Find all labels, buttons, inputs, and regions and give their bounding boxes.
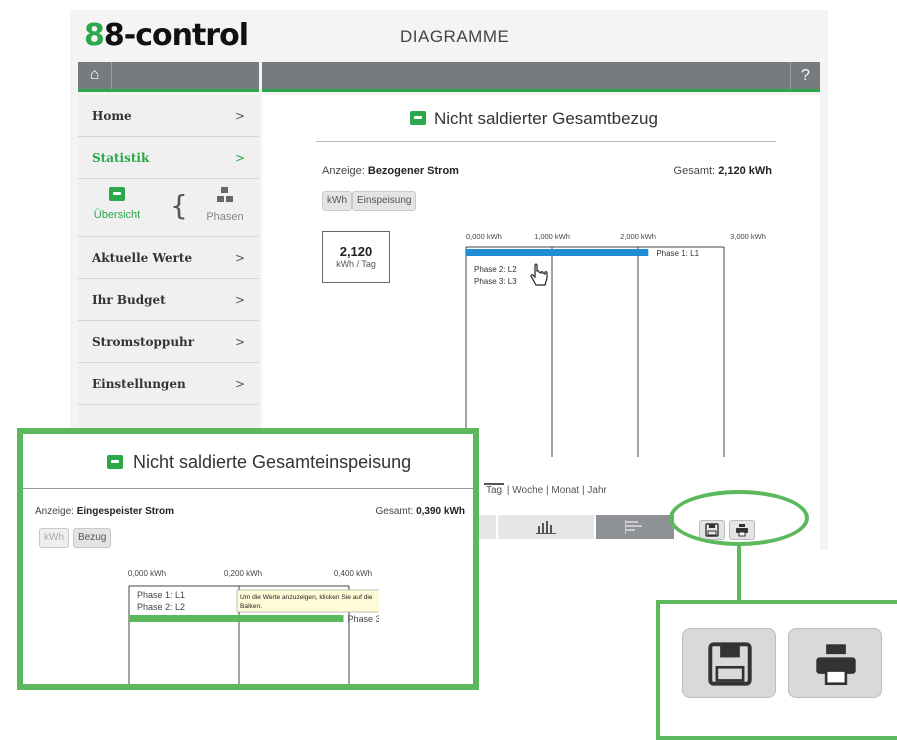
bar-phase-1 xyxy=(466,249,649,256)
bar-label-phase-3: Phase 3: L3 xyxy=(474,277,517,286)
kpi-box: 2,120 kWh / Tag xyxy=(322,231,390,283)
subnav-overview-label: Übersicht xyxy=(93,209,141,221)
home-icon: ⌂ xyxy=(89,66,100,83)
bar-label-phase-2: Phase 2: L2 xyxy=(137,602,185,612)
brace-icon: { xyxy=(170,189,188,222)
tick-label: 1,000 kWh xyxy=(534,232,570,241)
divider xyxy=(316,141,776,142)
tick-label: 0,000 kWh xyxy=(128,569,166,578)
inset-bezug-button[interactable]: Bezug xyxy=(73,528,112,548)
anzeige-label: Anzeige: Bezogener Strom xyxy=(322,165,459,177)
bezug-chart[interactable]: 0,000 kWh 1,000 kWh 2,000 kWh 3,000 kWh Phas… xyxy=(410,229,770,459)
meter-icon xyxy=(107,455,123,469)
tab-bar-vertical[interactable] xyxy=(498,515,594,539)
inset-gesamt: Gesamt: 0,390 kWh xyxy=(375,506,466,517)
inset-anzeige: Anzeige: Eingespeister Strom xyxy=(35,506,174,517)
page-title: DIAGRAMME xyxy=(400,27,510,46)
time-range-selector: Tag | Woche | Monat | Jahr xyxy=(484,483,607,496)
subnav-phases-label: Phasen xyxy=(206,211,244,223)
tick-label: 3,000 kWh xyxy=(730,232,766,241)
bar-phase-3 xyxy=(129,615,344,622)
chevron-right-icon: > xyxy=(234,293,245,307)
tick-label: 0,200 kWh xyxy=(224,569,262,578)
chevron-right-icon: > xyxy=(234,377,245,391)
sidebar-item-label: Stromstoppuhr xyxy=(92,335,195,349)
sidebar-item-einstellungen[interactable]: Einstellungen > xyxy=(78,363,259,405)
sidebar-item-stromstoppuhr[interactable]: Stromstoppuhr > xyxy=(78,321,259,363)
bar-label-phase-1: Phase 1: L1 xyxy=(656,249,699,258)
phases-icon xyxy=(217,187,233,203)
save-button-zoomed[interactable] xyxy=(682,628,776,698)
kpi-unit: kWh / Tag xyxy=(336,259,376,269)
chevron-right-icon: > xyxy=(234,109,245,123)
tick-label: 0,000 kWh xyxy=(466,232,502,241)
zoomed-buttons-callout xyxy=(656,600,897,740)
kpi-value: 2,120 xyxy=(339,244,373,259)
tick-label: 2,000 kWh xyxy=(620,232,656,241)
sidebar-item-label: Ihr Budget xyxy=(92,293,166,307)
chevron-right-icon: > xyxy=(234,151,245,165)
inset-kwh-button[interactable]: kWh xyxy=(39,528,69,548)
chevron-right-icon: > xyxy=(234,251,245,265)
help-button[interactable]: ? xyxy=(790,62,820,89)
horizontal-bar-icon xyxy=(625,520,642,534)
panel-title: Nicht saldierter Gesamtbezug xyxy=(410,109,658,129)
sidebar-item-label: Home xyxy=(92,109,132,123)
home-button[interactable]: ⌂ xyxy=(78,62,112,89)
tooltip-text-line-1: Um die Werte anzuzeigen, klicken Sie auf… xyxy=(240,594,373,601)
statistik-subnav: Übersicht { Phasen xyxy=(78,179,259,237)
sidebar-item-budget[interactable]: Ihr Budget > xyxy=(78,279,259,321)
einspeisung-button[interactable]: Einspeisung xyxy=(352,191,417,211)
einspeisung-inset: Nicht saldierte Gesamteinspeisung Anzeig… xyxy=(17,428,479,690)
time-tag[interactable]: Tag xyxy=(484,483,505,496)
subnav-phases[interactable]: Phasen xyxy=(200,187,250,223)
topbar-right: ? xyxy=(262,62,820,92)
logo: 88-control xyxy=(84,18,249,53)
sidebar-item-label: Einstellungen xyxy=(92,377,186,391)
sidebar-item-label: Aktuelle Werte xyxy=(92,251,193,265)
subnav-overview[interactable]: Übersicht xyxy=(92,187,142,221)
sidebar-item-statistik[interactable]: Statistik > xyxy=(78,137,259,179)
save-icon xyxy=(708,642,752,686)
bar-label-phase-2: Phase 2: L2 xyxy=(474,265,517,274)
time-jahr[interactable]: Jahr xyxy=(587,485,606,496)
tooltip-text-line-2: Balken. xyxy=(240,603,262,610)
time-monat[interactable]: Monat xyxy=(551,485,579,496)
gesamt-label: Gesamt: 2,120 kWh xyxy=(673,165,772,177)
topbar-left: ⌂ xyxy=(78,62,259,92)
kwh-button[interactable]: kWh xyxy=(322,191,352,211)
chevron-right-icon: > xyxy=(234,335,245,349)
bar-chart-icon xyxy=(536,521,556,534)
tab-bar-horizontal[interactable] xyxy=(596,515,674,539)
chart-view-tabs xyxy=(474,515,674,539)
highlight-oval xyxy=(669,490,809,546)
meter-icon xyxy=(410,111,426,125)
bar-label-phase-1: Phase 1: L1 xyxy=(137,590,185,600)
einspeisung-chart[interactable]: 0,000 kWh 0,200 kWh 0,400 kWh Phase 1: L1 Ph… xyxy=(119,566,379,684)
bar-label-phase-3: Phase 3: L3 xyxy=(348,614,380,624)
overview-icon xyxy=(109,187,125,201)
sidebar-item-home[interactable]: Home > xyxy=(78,95,259,137)
inset-title: Nicht saldierte Gesamteinspeisung xyxy=(107,452,411,473)
sidebar-item-label: Statistik xyxy=(92,151,150,165)
print-icon xyxy=(816,644,856,686)
sidebar-item-aktuelle-werte[interactable]: Aktuelle Werte > xyxy=(78,237,259,279)
time-woche[interactable]: Woche xyxy=(512,485,543,496)
divider xyxy=(23,488,473,489)
print-button-zoomed[interactable] xyxy=(788,628,882,698)
hand-cursor-icon xyxy=(530,263,548,286)
callout-line xyxy=(737,546,741,602)
tick-label: 0,400 kWh xyxy=(334,569,372,578)
